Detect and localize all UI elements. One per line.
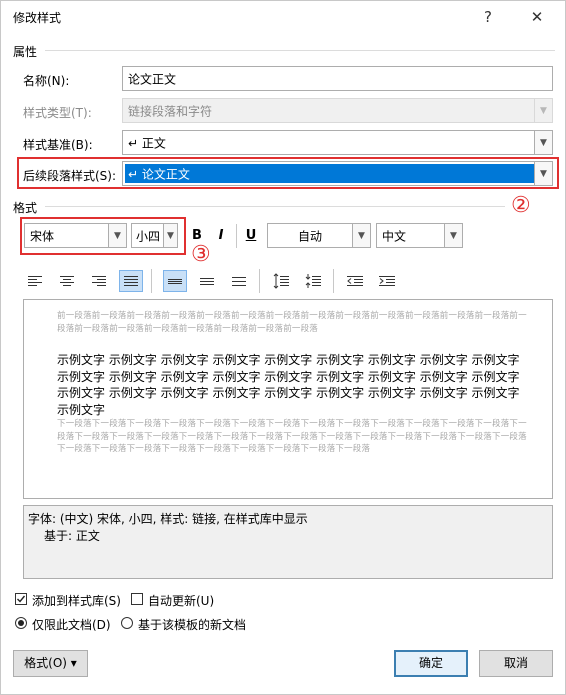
- align-center-icon[interactable]: [55, 270, 79, 292]
- font-name-value: 宋体: [30, 229, 55, 243]
- script-select[interactable]: 中文 ▼: [376, 223, 463, 248]
- new-documents-label[interactable]: 基于该模板的新文档: [138, 616, 246, 633]
- close-button[interactable]: ✕: [522, 5, 552, 29]
- description-line-1: 字体: (中文) 宋体, 小四, 样式: 链接, 在样式库中显示: [28, 512, 308, 526]
- name-label: 名称(N):: [23, 74, 70, 88]
- decrease-indent-icon[interactable]: [343, 270, 367, 292]
- add-to-gallery-checkbox[interactable]: [15, 593, 27, 605]
- bold-button[interactable]: B: [186, 225, 208, 247]
- modify-style-dialog: 修改样式 ? ✕ 属性 名称(N): 论文正文 样式类型(T): 链接段落和字符…: [0, 0, 566, 695]
- chevron-down-icon[interactable]: ▼: [108, 224, 126, 247]
- auto-update-checkbox[interactable]: [131, 593, 143, 605]
- auto-update-label[interactable]: 自动更新(U): [148, 592, 214, 609]
- help-button[interactable]: ?: [473, 5, 503, 29]
- style-type-select: 链接段落和字符 ▼: [122, 98, 553, 123]
- chevron-down-icon: ▼: [534, 99, 552, 122]
- font-color-select[interactable]: 自动 ▼: [267, 223, 371, 248]
- single-spacing-icon[interactable]: [163, 270, 187, 292]
- double-spacing-icon[interactable]: [227, 270, 251, 292]
- properties-heading: 属性: [13, 45, 38, 59]
- based-on-select[interactable]: ↵ 正文 ▼: [122, 130, 553, 155]
- script-value: 中文: [382, 229, 407, 243]
- increase-indent-icon[interactable]: [375, 270, 399, 292]
- style-type-value: 链接段落和字符: [128, 104, 213, 118]
- format-heading: 格式: [13, 201, 38, 215]
- name-input[interactable]: 论文正文: [122, 66, 553, 91]
- one-half-spacing-icon[interactable]: [195, 270, 219, 292]
- add-to-gallery-label[interactable]: 添加到样式库(S): [32, 592, 121, 609]
- toolbar-separator: [236, 224, 237, 248]
- decrease-spacing-icon[interactable]: [301, 270, 325, 292]
- font-size-select[interactable]: 小四 ▼: [131, 223, 178, 248]
- align-right-icon[interactable]: [87, 270, 111, 292]
- based-on-value: ↵ 正文: [128, 136, 166, 150]
- chevron-down-icon[interactable]: ▼: [352, 224, 370, 247]
- align-left-icon[interactable]: [23, 270, 47, 292]
- ok-button[interactable]: 确定: [394, 650, 468, 677]
- preview-next-paragraph: 下一段落下一段落下一段落下一段落下一段落下一段落下一段落下一段落下一段落下一段落…: [57, 419, 527, 454]
- cancel-button[interactable]: 取消: [479, 650, 553, 677]
- increase-spacing-icon[interactable]: [269, 270, 293, 292]
- chevron-down-icon[interactable]: ▼: [444, 224, 462, 247]
- only-this-document-label[interactable]: 仅限此文档(D): [32, 616, 111, 633]
- toolbar-separator: [259, 269, 260, 293]
- next-style-label: 后续段落样式(S):: [23, 169, 117, 183]
- font-size-value: 小四: [136, 229, 161, 243]
- font-color-value: 自动: [298, 229, 323, 243]
- based-on-label: 样式基准(B):: [23, 138, 93, 152]
- new-documents-radio[interactable]: [121, 617, 133, 629]
- format-divider: [45, 206, 505, 207]
- properties-divider: [45, 50, 555, 51]
- name-input-value: 论文正文: [128, 72, 177, 86]
- style-description: 字体: (中文) 宋体, 小四, 样式: 链接, 在样式库中显示 基于: 正文: [23, 505, 553, 579]
- next-style-value: ↵ 论文正文: [128, 167, 190, 181]
- dialog-title: 修改样式: [13, 11, 62, 25]
- chevron-down-icon[interactable]: ▼: [534, 162, 552, 185]
- description-line-2: 基于: 正文: [44, 529, 100, 543]
- next-style-select[interactable]: ↵ 论文正文 ▼: [122, 161, 553, 186]
- chevron-down-icon[interactable]: ▼: [163, 224, 177, 247]
- preview-sample-text: 示例文字 示例文字 示例文字 示例文字 示例文字 示例文字 示例文字 示例文字 …: [57, 353, 520, 417]
- annotation-marker-2: ②: [511, 193, 531, 218]
- chevron-down-icon[interactable]: ▼: [534, 131, 552, 154]
- style-preview: 前一段落前一段落前一段落前一段落前一段落前一段落前一段落前一段落前一段落前一段落…: [23, 299, 553, 499]
- font-name-select[interactable]: 宋体 ▼: [24, 223, 127, 248]
- italic-button[interactable]: I: [210, 225, 232, 247]
- title-bar: 修改样式 ? ✕: [1, 1, 565, 33]
- justify-icon[interactable]: [119, 270, 143, 292]
- preview-previous-paragraph: 前一段落前一段落前一段落前一段落前一段落前一段落前一段落前一段落前一段落前一段落…: [57, 311, 527, 334]
- only-this-document-radio[interactable]: [15, 617, 27, 629]
- style-type-label: 样式类型(T):: [23, 106, 92, 120]
- underline-button[interactable]: U: [240, 225, 262, 247]
- toolbar-separator: [151, 269, 152, 293]
- toolbar-separator: [333, 269, 334, 293]
- format-menu-button[interactable]: 格式(O) ▾: [13, 650, 88, 677]
